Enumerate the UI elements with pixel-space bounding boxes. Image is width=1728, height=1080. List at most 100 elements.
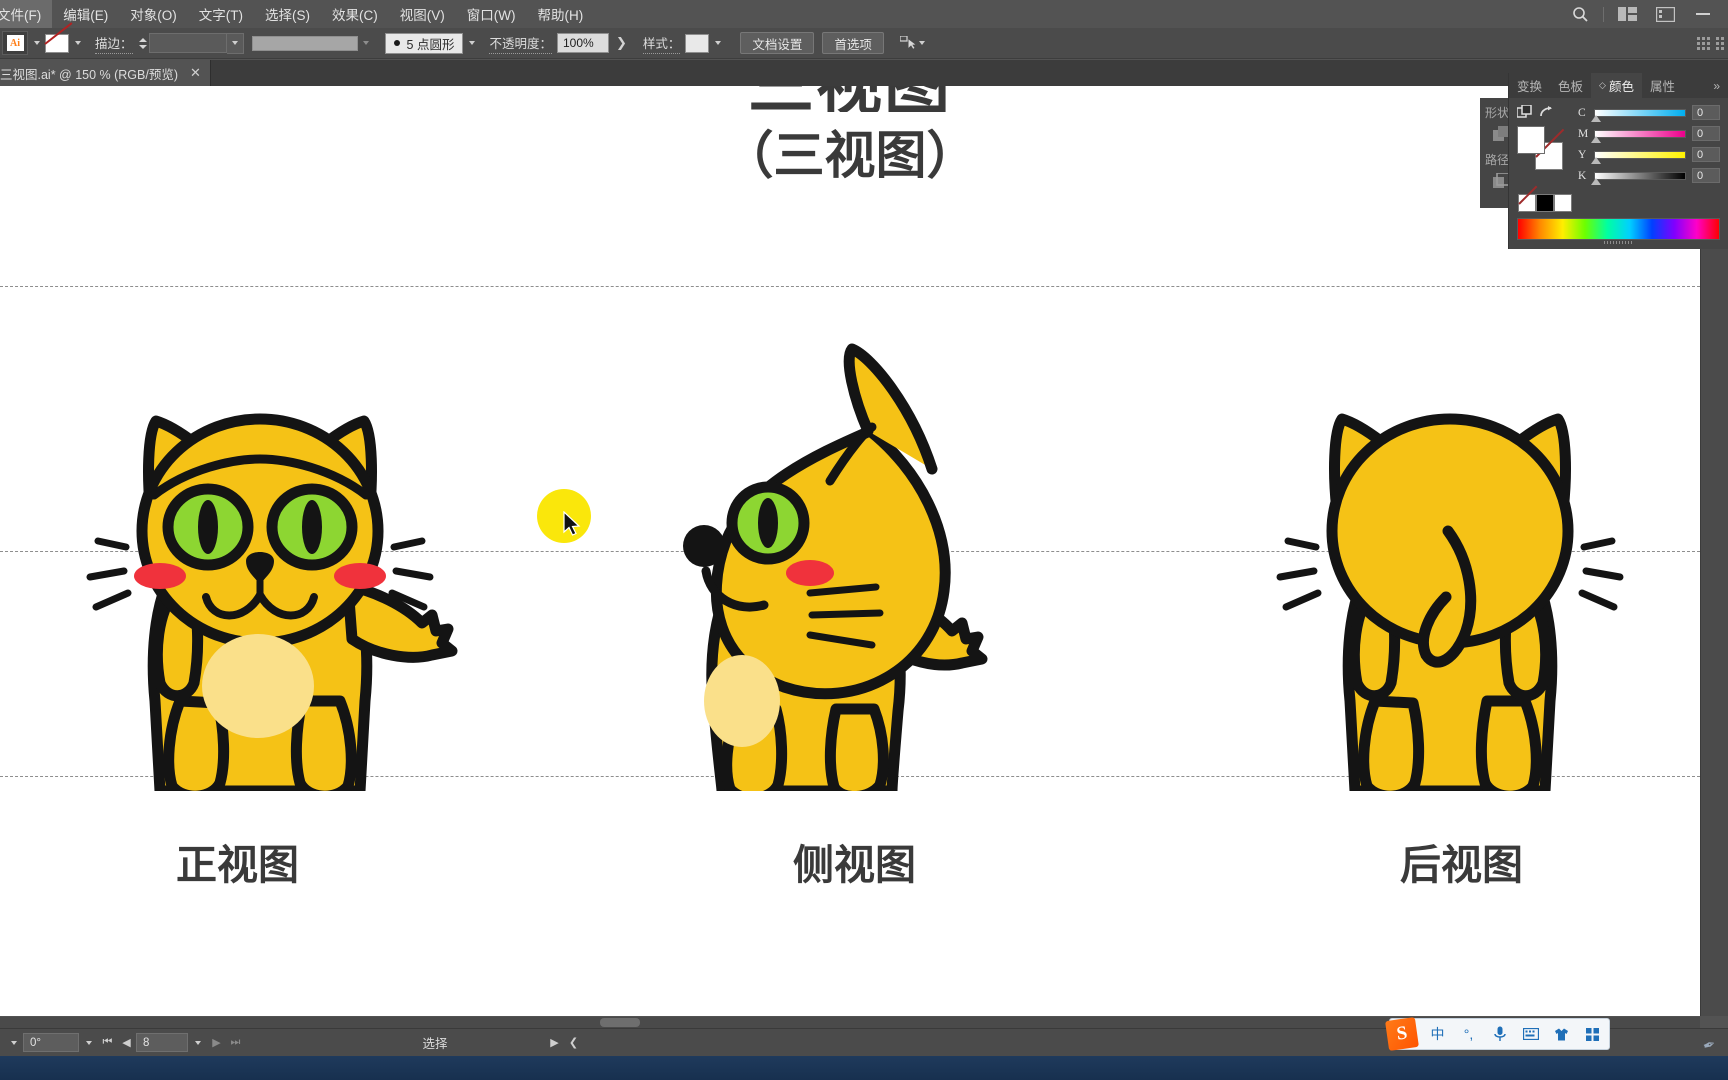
fill-dropdown-left[interactable] [28,31,45,55]
stroke-weight-combo[interactable] [148,32,244,54]
color-spectrum-bar[interactable] [1517,218,1720,240]
fill-color-swatch[interactable] [45,33,69,53]
slider-track-c[interactable] [1591,108,1686,122]
arrange-documents-icon[interactable] [1608,0,1646,28]
swap-arrow-icon[interactable] [1539,105,1553,122]
status-flyout-icon[interactable]: ▶ [545,1030,564,1056]
slider-track-m[interactable] [1591,129,1686,143]
tab-color[interactable]: ◇ 颜色 [1591,73,1642,98]
color-controls: C 0 M 0 Y 0 K 0 [1516,104,1720,189]
fill-dropdown[interactable] [69,31,86,55]
rotation-field[interactable]: 0° [23,1033,79,1052]
document-tab-label: 三视图.ai* @ 150 % (RGB/预览) [0,67,179,82]
keyboard-icon[interactable] [1520,1028,1541,1040]
slider-track-k[interactable] [1591,171,1686,185]
panel-resize-grip[interactable] [1517,240,1720,245]
minimize-icon[interactable] [1684,0,1722,28]
close-icon[interactable]: ✕ [190,65,201,81]
slider-track-y[interactable] [1591,150,1686,164]
menu-object[interactable]: 对象(O) [119,0,188,28]
menu-help[interactable]: 帮助(H) [526,0,594,28]
brush-dot-icon [393,40,400,46]
cat-back-view[interactable] [1270,231,1630,791]
slider-knob-k [1591,177,1601,185]
swatch-black[interactable] [1536,194,1554,212]
swap-fill-stroke-icon[interactable] [1516,104,1532,122]
slider-row-y: Y 0 [1578,147,1720,164]
artboard-dropdown-icon[interactable] [188,1030,207,1056]
mouse-cursor-icon [563,511,581,536]
align-objects-icon[interactable] [896,35,925,51]
opacity-flyout-icon[interactable]: ❯ [609,35,634,51]
stroke-profile-dropdown[interactable] [358,31,375,55]
cat-side-view[interactable] [680,231,1010,791]
tab-transform-label: 变换 [1517,80,1543,94]
swatch-none[interactable] [1518,194,1536,212]
artboard-first-icon[interactable]: ⏮ [98,1030,117,1056]
opacity-field[interactable]: 100% [556,33,609,53]
preferences-button[interactable]: 首选项 [822,32,884,54]
graphic-style-dropdown[interactable] [709,31,726,55]
stroke-weight-field[interactable] [148,33,227,53]
tab-transform[interactable]: 变换 [1509,73,1550,98]
tab-properties[interactable]: 属性 [1642,73,1683,98]
menu-window[interactable]: 窗口(W) [456,0,527,28]
artboard[interactable]: 三视图 （三视图） [0,86,1700,1016]
document-tab[interactable]: 三视图.ai* @ 150 % (RGB/预览) ✕ [0,60,211,86]
color-tab-marker-icon: ◇ [1599,80,1606,90]
slider-value-c[interactable]: 0 [1692,105,1720,120]
slider-row-c: C 0 [1578,105,1720,122]
slider-knob-y [1591,156,1601,164]
search-icon[interactable] [1561,0,1599,28]
ai-logo-letters: Ai [6,35,24,51]
panel-grip-icon[interactable] [1697,36,1710,50]
view-label-front: 正视图 [176,841,299,889]
stroke-profile-field[interactable] [251,35,358,51]
menu-edit[interactable]: 编辑(E) [52,0,119,28]
horizontal-scroll-thumb[interactable] [600,1018,640,1027]
zoom-dropdown-icon[interactable] [4,1030,23,1056]
rotation-dropdown-icon[interactable] [79,1030,98,1056]
status-collapse-icon[interactable]: ❮ [564,1030,583,1056]
menu-file[interactable]: 文件(F) [0,0,53,28]
artwork-title: 三视图 [0,86,1700,112]
ime-mode-label[interactable]: 中 [1427,1024,1448,1044]
fill-swatch[interactable] [1517,126,1545,154]
cat-front-view[interactable] [60,231,460,791]
graphic-style-swatch[interactable] [685,33,710,53]
menu-type[interactable]: 文字(T) [188,0,254,28]
swatch-white[interactable] [1554,194,1572,212]
stroke-weight-stepper[interactable] [138,34,149,52]
slider-knob-c [1591,114,1601,122]
menu-effect[interactable]: 效果(C) [321,0,389,28]
fill-stroke-swatches[interactable] [1517,126,1563,170]
workspace-switcher-icon[interactable] [1646,0,1684,28]
artboard-prev-icon[interactable]: ◀ [117,1030,136,1056]
apps-icon[interactable] [1582,1027,1603,1041]
canvas-area[interactable]: 三视图 （三视图） [0,86,1700,1016]
menu-select[interactable]: 选择(S) [254,0,321,28]
slider-value-y[interactable]: 0 [1692,147,1720,162]
skin-icon[interactable] [1551,1028,1572,1041]
brush-definition-dropdown[interactable] [463,31,480,55]
menu-view[interactable]: 视图(V) [389,0,456,28]
slider-row-m: M 0 [1578,126,1720,143]
microphone-icon[interactable] [1489,1026,1510,1042]
document-setup-button[interactable]: 文档设置 [740,32,815,54]
os-taskbar[interactable] [0,1056,1728,1080]
artboard-last-icon[interactable]: ⏭ [226,1030,245,1056]
panel-menu-icon[interactable] [1716,36,1724,50]
stroke-weight-dropdown-icon[interactable] [226,32,244,54]
view-label-side: 侧视图 [793,841,916,889]
menubar-divider [1603,6,1604,22]
brush-definition-field[interactable]: 5 点圆形 [384,32,464,54]
slider-value-k[interactable]: 0 [1692,168,1720,183]
artboard-number-field[interactable]: 8 [136,1033,188,1052]
slider-label-m: M [1578,127,1589,140]
punctuation-icon[interactable]: °, [1458,1026,1479,1042]
sogou-logo-icon[interactable]: S [1385,1017,1419,1051]
tab-swatches[interactable]: 色板 [1550,73,1591,98]
artboard-next-icon[interactable]: ▶ [207,1030,226,1056]
slider-value-m[interactable]: 0 [1692,126,1720,141]
panel-overflow-icon[interactable]: » [1713,79,1728,93]
